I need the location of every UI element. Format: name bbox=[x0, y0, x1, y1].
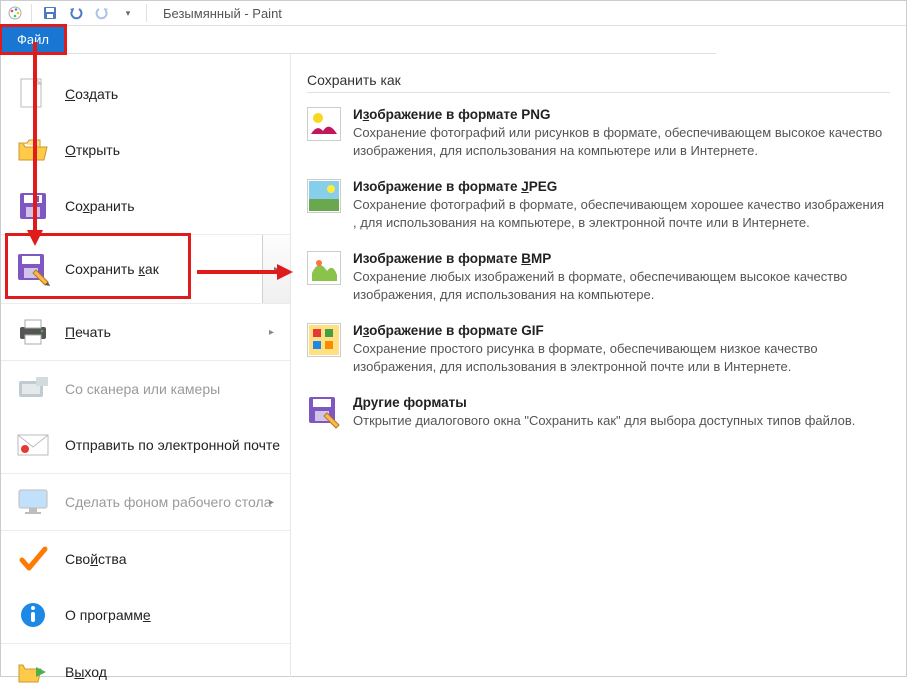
menu-item-save-as[interactable]: Сохранить как ▸ bbox=[1, 235, 290, 303]
save-floppy-icon bbox=[15, 188, 51, 224]
info-icon bbox=[15, 597, 51, 633]
menu-label: Отправить по электронной почте bbox=[65, 437, 280, 453]
file-tab-label: Файл bbox=[17, 32, 49, 47]
format-desc: Сохранение любых изображений в формате, … bbox=[353, 268, 890, 303]
file-tab[interactable]: Файл bbox=[1, 26, 65, 53]
menu-item-scanner: Со сканера или камеры bbox=[1, 361, 290, 417]
format-item-jpeg[interactable]: Изображение в формате JPEG Сохранение фо… bbox=[307, 179, 890, 231]
desktop-icon bbox=[15, 484, 51, 520]
scanner-icon bbox=[15, 371, 51, 407]
bmp-format-icon bbox=[307, 251, 341, 285]
menu-label: Сохранить bbox=[65, 198, 135, 214]
jpeg-format-icon bbox=[307, 179, 341, 213]
format-title: Изображение в формате GIF bbox=[353, 323, 890, 338]
save-as-submenu-button[interactable]: ▸ bbox=[262, 235, 290, 303]
menu-item-save[interactable]: Сохранить bbox=[1, 178, 290, 234]
png-format-icon bbox=[307, 107, 341, 141]
format-title: Другие форматы bbox=[353, 395, 855, 410]
chevron-right-icon: ▸ bbox=[269, 497, 274, 508]
menu-item-about[interactable]: О программе bbox=[1, 587, 290, 643]
ribbon-tabs: Файл bbox=[1, 26, 716, 54]
window-title: Безымянный - Paint bbox=[163, 6, 282, 21]
open-folder-icon bbox=[15, 132, 51, 168]
format-desc: Сохранение фотографий в формате, обеспеч… bbox=[353, 196, 890, 231]
menu-label: Выход bbox=[65, 664, 107, 680]
separator bbox=[146, 4, 147, 22]
separator bbox=[31, 4, 32, 22]
file-menu-list: Создать Открыть Сохранить Сохранить как … bbox=[1, 54, 291, 677]
menu-label: Печать bbox=[65, 324, 111, 340]
exit-icon bbox=[15, 654, 51, 690]
save-as-icon bbox=[15, 251, 51, 287]
format-title: Изображение в формате PNG bbox=[353, 107, 890, 122]
menu-item-exit[interactable]: Выход bbox=[1, 644, 290, 700]
file-menu: Создать Открыть Сохранить Сохранить как … bbox=[1, 54, 906, 677]
menu-item-wallpaper: Сделать фоном рабочего стола ▸ bbox=[1, 474, 290, 530]
format-title: Изображение в формате BMP bbox=[353, 251, 890, 266]
format-item-gif[interactable]: Изображение в формате GIF Сохранение про… bbox=[307, 323, 890, 375]
menu-item-email[interactable]: Отправить по электронной почте bbox=[1, 417, 290, 473]
menu-label: Сохранить как bbox=[65, 261, 159, 277]
format-title: Изображение в формате JPEG bbox=[353, 179, 890, 194]
qat-customize-button[interactable]: ▾ bbox=[118, 3, 138, 23]
separator bbox=[307, 92, 890, 93]
panel-title: Сохранить как bbox=[307, 72, 890, 88]
qat-redo-button[interactable] bbox=[92, 3, 112, 23]
menu-label: Сделать фоном рабочего стола bbox=[65, 494, 272, 510]
other-formats-icon bbox=[307, 395, 341, 429]
save-as-panel: Сохранить как Изображение в формате PNG … bbox=[291, 54, 906, 677]
menu-label: Открыть bbox=[65, 142, 120, 158]
format-desc: Открытие диалогового окна "Сохранить как… bbox=[353, 412, 855, 430]
chevron-right-icon: ▸ bbox=[269, 327, 274, 338]
menu-item-new[interactable]: Создать bbox=[1, 66, 290, 122]
paint-logo-icon bbox=[7, 5, 23, 21]
format-item-other[interactable]: Другие форматы Открытие диалогового окна… bbox=[307, 395, 890, 430]
title-bar: ▾ Безымянный - Paint bbox=[1, 1, 906, 26]
gif-format-icon bbox=[307, 323, 341, 357]
format-item-png[interactable]: Изображение в формате PNG Сохранение фот… bbox=[307, 107, 890, 159]
menu-label: Создать bbox=[65, 86, 118, 102]
format-desc: Сохранение фотографий или рисунков в фор… bbox=[353, 124, 890, 159]
email-icon bbox=[15, 427, 51, 463]
qat-save-button[interactable] bbox=[40, 3, 60, 23]
menu-item-open[interactable]: Открыть bbox=[1, 122, 290, 178]
qat-undo-button[interactable] bbox=[66, 3, 86, 23]
menu-item-print[interactable]: Печать ▸ bbox=[1, 304, 290, 360]
menu-item-properties[interactable]: Свойства bbox=[1, 531, 290, 587]
format-item-bmp[interactable]: Изображение в формате BMP Сохранение люб… bbox=[307, 251, 890, 303]
menu-label: Свойства bbox=[65, 551, 127, 567]
printer-icon bbox=[15, 314, 51, 350]
menu-label: Со сканера или камеры bbox=[65, 381, 220, 397]
menu-label: О программе bbox=[65, 607, 151, 623]
new-document-icon bbox=[15, 76, 51, 112]
format-desc: Сохранение простого рисунка в формате, о… bbox=[353, 340, 890, 375]
checkmark-icon bbox=[15, 541, 51, 577]
